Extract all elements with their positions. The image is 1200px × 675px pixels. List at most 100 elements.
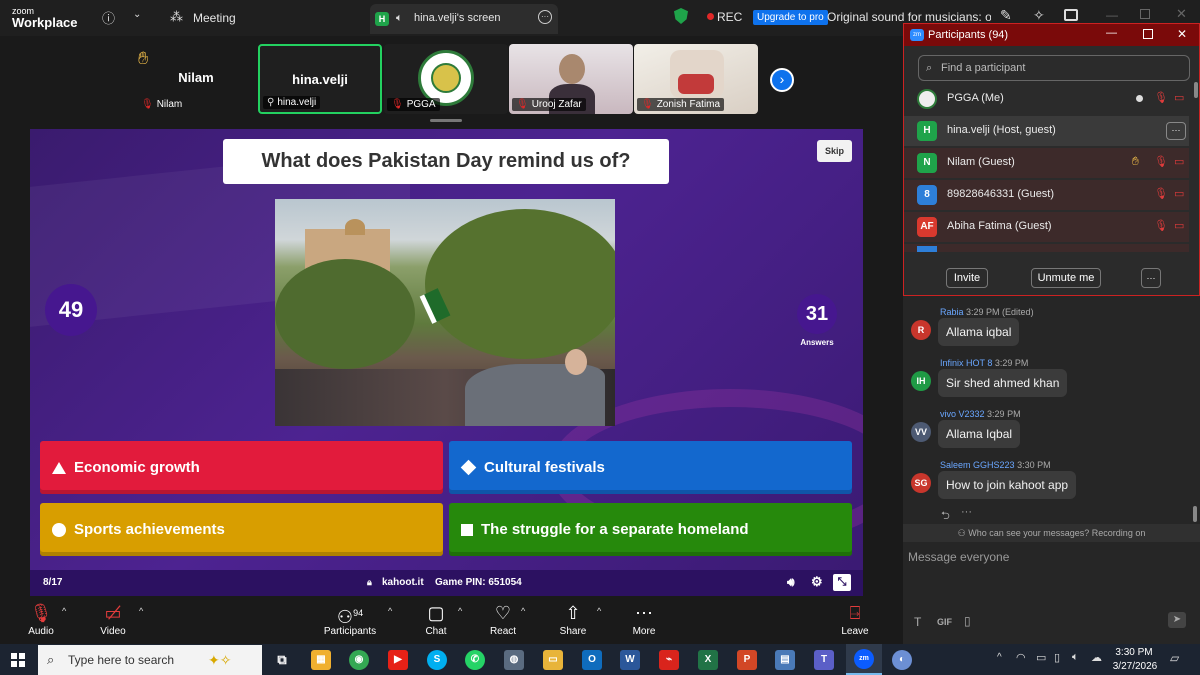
original-sound-label[interactable]: Original sound for musicians: on — [827, 10, 991, 24]
close-icon[interactable]: ✕ — [1177, 27, 1187, 41]
mic-muted-icon[interactable]: 🎙︎ — [1154, 91, 1168, 104]
network-icon[interactable]: ▯ — [1054, 651, 1060, 664]
video-tile-hina-velji[interactable]: hina.velji ⚲ hina.velji — [258, 44, 382, 114]
video-tile-zonish-fatima[interactable]: 🎙︎ Zonish Fatima — [634, 44, 758, 114]
settings-gear-icon[interactable]: ⚙ — [811, 574, 823, 590]
volume-icon[interactable]: 🔈︎ — [1072, 651, 1079, 664]
mic-muted-icon[interactable]: 🎙︎ — [1154, 155, 1168, 168]
video-off-icon[interactable]: ▭ — [1174, 155, 1184, 168]
chat-message[interactable]: How to join kahoot app — [938, 471, 1077, 499]
chevron-up-icon[interactable]: ^ — [139, 606, 143, 616]
message-input[interactable]: Message everyone — [908, 550, 1009, 564]
chat-message[interactable]: Allama iqbal — [938, 318, 1020, 346]
share-button[interactable]: ⇧ Share — [543, 600, 603, 637]
whatsapp-icon[interactable]: ✆ — [465, 650, 485, 670]
maximize-icon[interactable] — [1143, 29, 1153, 39]
wifi-icon[interactable]: ◠ — [1016, 651, 1026, 664]
participant-row[interactable]: 8 89828646331 (Guest) 🎙︎ ▭ — [904, 180, 1189, 210]
video-tile-pgga[interactable]: 🎙︎ PGGA — [384, 44, 508, 114]
info-icon[interactable]: ⓘ — [102, 8, 115, 27]
close-icon[interactable]: ✕ — [1176, 6, 1187, 22]
windows-start-icon[interactable] — [11, 653, 25, 667]
maximize-icon[interactable] — [1140, 9, 1150, 19]
zoom-taskbar-button[interactable]: zm — [846, 644, 882, 675]
meeting-label[interactable]: Meeting — [193, 11, 236, 25]
task-view-icon[interactable]: ⧉ — [272, 650, 292, 670]
chrome-icon[interactable]: ◉ — [349, 650, 369, 670]
participant-search-input[interactable]: ⌕ Find a participant — [918, 55, 1190, 81]
taskbar-search-input[interactable]: ⌕ Type here to search ✦✧ — [38, 645, 262, 675]
gif-button[interactable]: GIF — [937, 617, 952, 627]
minimize-icon[interactable]: — — [1106, 8, 1118, 22]
more-options-icon[interactable]: ··· — [1141, 268, 1161, 288]
invite-button[interactable]: Invite — [946, 268, 988, 288]
video-off-icon[interactable]: ▭ — [1174, 219, 1184, 232]
volume-icon[interactable]: 🔊︎ — [787, 575, 795, 590]
security-shield-icon[interactable] — [674, 8, 688, 24]
youtube-icon[interactable]: ▶ — [388, 650, 408, 670]
more-options-icon[interactable]: ··· — [1166, 122, 1186, 140]
more-options-icon[interactable]: ··· — [961, 506, 972, 518]
mic-muted-icon[interactable]: 🎙︎ — [1154, 187, 1168, 200]
strip-resize-handle[interactable] — [430, 119, 462, 122]
answer-option-1[interactable]: Economic growth — [40, 441, 443, 494]
app-icon[interactable]: ◐ — [892, 650, 912, 670]
word-icon[interactable]: W — [620, 650, 640, 670]
video-off-icon[interactable]: ▭ — [1174, 91, 1184, 104]
view-grid-icon[interactable] — [1064, 9, 1078, 21]
minimize-icon[interactable]: — — [1106, 27, 1117, 39]
text-format-icon[interactable]: T — [914, 615, 921, 629]
battery-icon[interactable]: ▭ — [1036, 651, 1046, 664]
participants-button[interactable]: ⚇94 Participants — [320, 600, 380, 637]
unmute-me-button[interactable]: Unmute me — [1031, 268, 1101, 288]
answer-option-3[interactable]: Sports achievements — [40, 503, 443, 556]
more-options-icon[interactable]: ··· — [538, 10, 552, 24]
rec-label[interactable]: REC — [717, 10, 742, 24]
annotate-pen-icon[interactable]: ✎ — [1000, 7, 1012, 24]
chat-message[interactable]: Allama Iqbal — [938, 420, 1021, 448]
more-button[interactable]: ⋯ More — [614, 600, 674, 637]
video-button[interactable]: ▭̸ Video — [83, 600, 143, 637]
video-tile-nilam[interactable]: ✋︎ Nilam 🎙︎ Nilam — [134, 44, 258, 114]
mic-muted-icon[interactable]: 🎙︎ — [1154, 219, 1168, 232]
notification-icon[interactable]: ▱ — [1170, 651, 1179, 665]
teams-icon[interactable]: T — [814, 650, 834, 670]
participant-row[interactable]: H hina.velji (Host, guest) ··· — [904, 116, 1189, 146]
send-icon[interactable]: ➤ — [1168, 612, 1186, 628]
chat-button[interactable]: ▢ Chat — [406, 600, 466, 637]
next-page-chevron-icon[interactable]: › — [770, 68, 794, 92]
upgrade-button[interactable]: Upgrade to pro — [753, 10, 828, 25]
clock-time[interactable]: 3:30 PM — [1113, 647, 1155, 658]
chevron-up-icon[interactable]: ^ — [458, 606, 462, 616]
chevron-up-icon[interactable]: ^ — [521, 606, 525, 616]
leave-button[interactable]: ⍈ Leave — [825, 600, 885, 637]
scrollbar-thumb[interactable] — [1193, 506, 1197, 522]
outlook-icon[interactable]: O — [582, 650, 602, 670]
chevron-up-icon[interactable]: ^ — [997, 652, 1002, 663]
participant-row[interactable]: PGGA (Me) 🎙︎ ▭ — [904, 84, 1189, 114]
chat-message[interactable]: Sir shed ahmed khan — [938, 369, 1068, 397]
chevron-up-icon[interactable]: ^ — [62, 606, 66, 616]
camera-icon[interactable]: ◍ — [504, 650, 524, 670]
skype-icon[interactable]: S — [427, 650, 447, 670]
chevron-up-icon[interactable]: ^ — [388, 606, 392, 616]
video-off-icon[interactable]: ▭ — [1174, 187, 1184, 200]
participant-row[interactable]: N Nilam (Guest) ✋︎ 🎙︎ ▭ — [904, 148, 1189, 178]
screen-share-tab[interactable]: H 🔈︎ hina.velji's screen ··· — [370, 4, 558, 34]
participant-row[interactable]: AF Abiha Fatima (Guest) 🎙︎ ▭ — [904, 212, 1189, 242]
store-icon[interactable]: ▦ — [311, 650, 331, 670]
exit-fullscreen-icon[interactable]: ⤡ — [833, 574, 851, 591]
answer-option-4[interactable]: The struggle for a separate homeland — [449, 503, 852, 556]
file-icon[interactable]: ▯ — [964, 614, 971, 628]
file-explorer-icon[interactable]: ▭ — [543, 650, 563, 670]
clock-date[interactable]: 3/27/2026 — [1108, 661, 1162, 672]
excel-icon[interactable]: X — [698, 650, 718, 670]
chevron-down-icon[interactable]: ⌄ — [133, 9, 141, 20]
video-tile-urooj-zafar[interactable]: 🎙︎ Urooj Zafar — [509, 44, 633, 114]
skip-button[interactable]: Skip — [817, 140, 852, 162]
calculator-icon[interactable]: ▤ — [775, 650, 795, 670]
answer-option-2[interactable]: Cultural festivals — [449, 441, 852, 494]
visibility-note[interactable]: ⚇ Who can see your messages? Recording o… — [903, 524, 1200, 542]
cloud-icon[interactable]: ☁ — [1091, 651, 1102, 664]
pdf-icon[interactable]: ⌁ — [659, 650, 679, 670]
